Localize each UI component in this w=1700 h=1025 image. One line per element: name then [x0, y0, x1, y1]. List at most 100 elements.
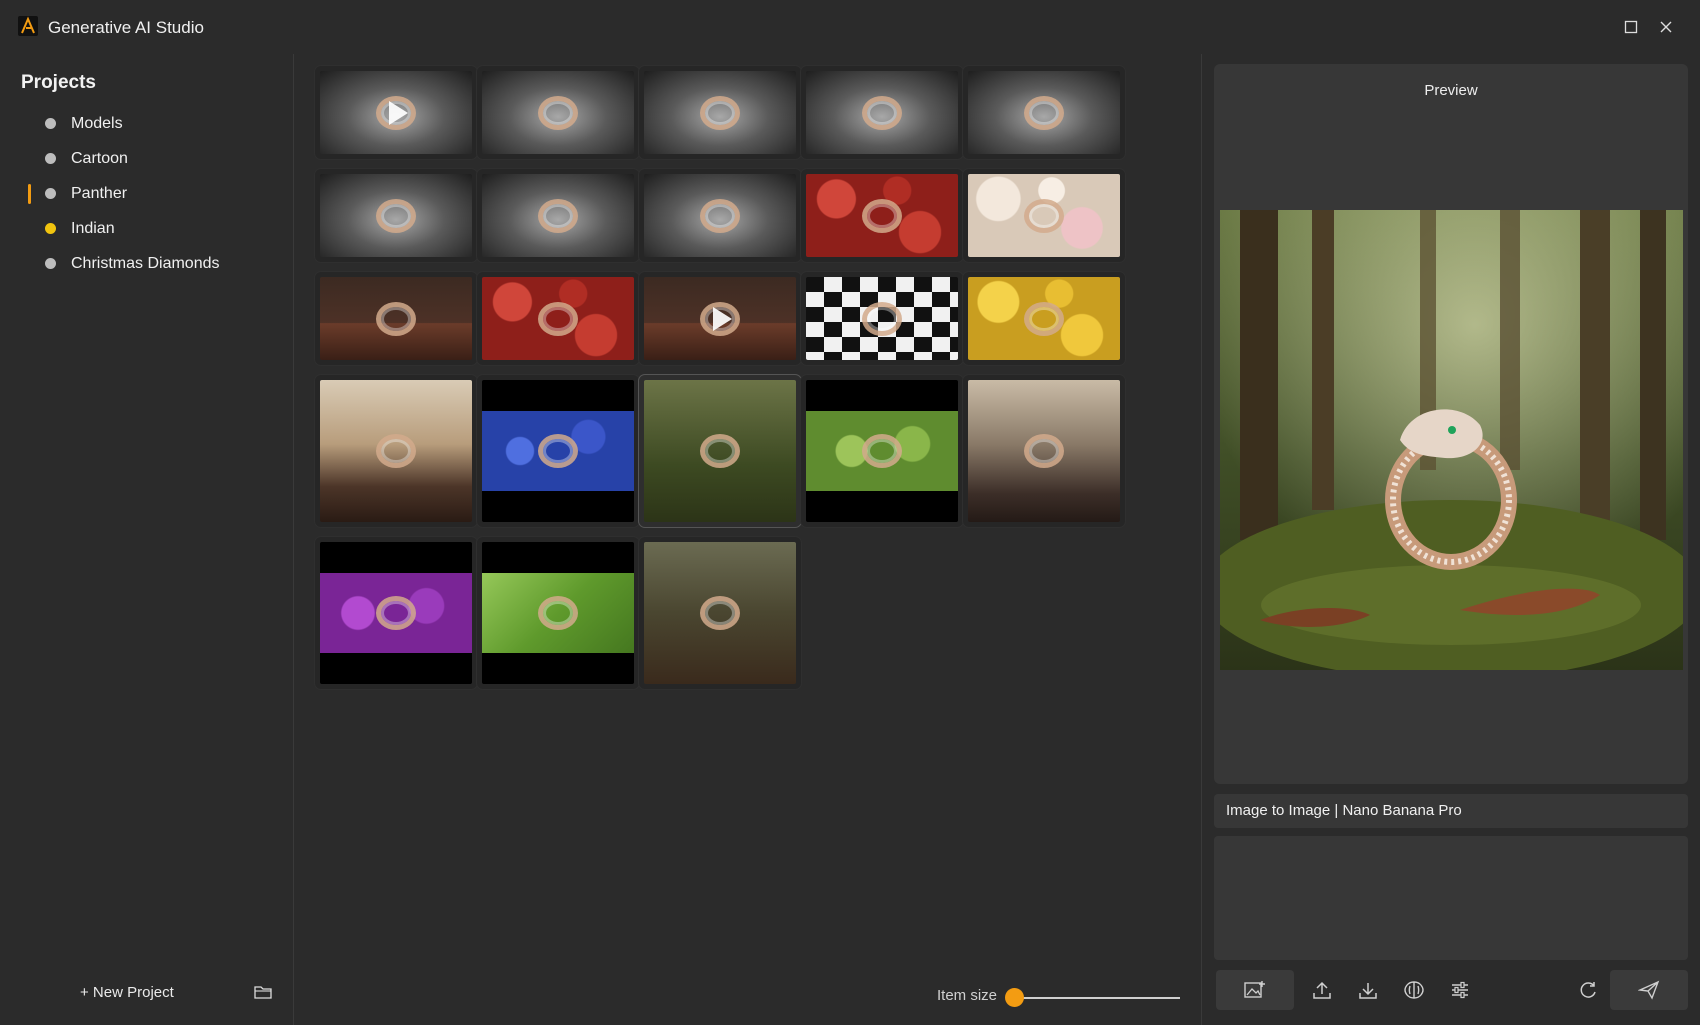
- add-image-icon[interactable]: [1216, 970, 1294, 1010]
- item-size-label: Item size: [937, 987, 998, 1004]
- gallery-thumbnail[interactable]: [639, 272, 801, 365]
- gallery-thumbnail[interactable]: [963, 272, 1125, 365]
- play-video-icon[interactable]: [377, 94, 415, 132]
- gallery-thumbnail[interactable]: [639, 169, 801, 262]
- project-status-dot: [45, 188, 56, 199]
- gallery-thumbnail[interactable]: [963, 375, 1125, 527]
- ring-product-icon: [862, 95, 902, 130]
- item-size-slider-handle[interactable]: [1005, 988, 1024, 1007]
- gallery-thumbnail[interactable]: [315, 272, 477, 365]
- item-size-slider-track[interactable]: [1012, 997, 1180, 999]
- project-status-dot: [45, 223, 56, 234]
- ring-product-icon: [1024, 301, 1064, 336]
- gallery-thumbnail[interactable]: [801, 272, 963, 365]
- title-bar: Generative AI Studio: [0, 0, 1700, 54]
- settings-sliders-icon[interactable]: [1440, 970, 1480, 1010]
- project-item[interactable]: Models: [0, 106, 294, 141]
- gallery-thumbnail[interactable]: [963, 169, 1125, 262]
- gallery-thumbnail[interactable]: [477, 537, 639, 689]
- project-label: Panther: [71, 185, 128, 202]
- ring-product-icon: [376, 434, 416, 468]
- project-item[interactable]: Christmas Diamonds: [0, 246, 294, 281]
- ring-product-icon: [538, 301, 578, 336]
- thumbnail-image: [968, 174, 1120, 257]
- regenerate-icon[interactable]: [1568, 970, 1608, 1010]
- ring-product-icon: [538, 95, 578, 130]
- gallery-thumbnail[interactable]: [801, 169, 963, 262]
- maximize-icon[interactable]: [1617, 14, 1645, 40]
- gallery-thumbnail[interactable]: [639, 66, 801, 159]
- ring-product-icon: [862, 301, 902, 336]
- model-selector[interactable]: Image to Image | Nano Banana Pro: [1214, 794, 1688, 828]
- compare-icon[interactable]: [1394, 970, 1434, 1010]
- thumbnail-image: [806, 380, 958, 522]
- gallery-thumbnail[interactable]: [801, 375, 963, 527]
- gallery-thumbnail[interactable]: [477, 272, 639, 365]
- project-list: Models Cartoon Panther Indian Christmas Diam…: [0, 106, 294, 281]
- send-icon[interactable]: [1610, 970, 1688, 1010]
- prompt-input[interactable]: [1214, 836, 1688, 960]
- thumbnail-image: [644, 277, 796, 360]
- thumbnail-image: [320, 542, 472, 684]
- ring-product-icon: [700, 95, 740, 130]
- gallery-thumbnail[interactable]: [315, 169, 477, 262]
- thumbnail-image: [482, 542, 634, 684]
- thumbnail-image: [806, 174, 958, 257]
- project-label: Indian: [71, 220, 115, 237]
- ring-product-icon: [376, 301, 416, 336]
- gallery-thumbnail[interactable]: [477, 169, 639, 262]
- ring-product-icon: [1024, 434, 1064, 468]
- project-item[interactable]: Indian: [0, 211, 294, 246]
- thumbnail-image: [968, 277, 1120, 360]
- folder-icon[interactable]: [254, 984, 272, 1005]
- thumbnail-image: [644, 71, 796, 154]
- sidebar-footer: + New Project: [0, 974, 294, 1014]
- gallery-thumbnail[interactable]: [315, 66, 477, 159]
- gallery-thumbnail[interactable]: [477, 66, 639, 159]
- project-label: Christmas Diamonds: [71, 255, 220, 272]
- bottom-toolbar: [1214, 970, 1688, 1014]
- thumbnail-image: [320, 380, 472, 522]
- model-selector-label: Image to Image | Nano Banana Pro: [1226, 802, 1462, 819]
- ring-product-icon: [700, 434, 740, 468]
- close-icon[interactable]: [1652, 14, 1680, 40]
- thumbnail-image: [320, 277, 472, 360]
- thumbnail-image: [482, 380, 634, 522]
- gallery-thumbnail[interactable]: [639, 375, 801, 527]
- active-project-marker: [28, 184, 31, 204]
- play-video-icon[interactable]: [701, 300, 739, 338]
- project-status-dot: [45, 153, 56, 164]
- project-item[interactable]: Panther: [0, 176, 294, 211]
- gallery-thumbnail[interactable]: [639, 537, 801, 689]
- ring-product-icon: [700, 198, 740, 233]
- thumbnail-image: [644, 380, 796, 522]
- thumbnail-image: [482, 277, 634, 360]
- project-label: Cartoon: [71, 150, 128, 167]
- thumbnail-image: [968, 380, 1120, 522]
- upload-icon[interactable]: [1302, 970, 1342, 1010]
- ring-product-icon: [700, 596, 740, 630]
- thumbnail-image: [644, 174, 796, 257]
- gallery-thumbnail[interactable]: [315, 375, 477, 527]
- download-icon[interactable]: [1348, 970, 1388, 1010]
- project-label: Models: [71, 115, 123, 132]
- new-project-button[interactable]: + New Project: [80, 984, 174, 1001]
- preview-title: Preview: [1424, 82, 1478, 99]
- right-panel: Preview Image to Image | Nano Banana Pro: [1201, 54, 1700, 1025]
- thumbnail-image: [806, 277, 958, 360]
- ring-product-icon: [538, 198, 578, 233]
- gallery-thumbnail[interactable]: [963, 66, 1125, 159]
- gallery-thumbnail[interactable]: [477, 375, 639, 527]
- project-status-dot: [45, 118, 56, 129]
- ring-product-icon: [538, 596, 578, 630]
- gallery-thumbnail[interactable]: [315, 537, 477, 689]
- preview-image: [1220, 210, 1683, 670]
- ring-product-icon: [862, 434, 902, 468]
- project-item[interactable]: Cartoon: [0, 141, 294, 176]
- app-logo-icon: [18, 16, 38, 36]
- thumbnail-image: [806, 71, 958, 154]
- thumbnail-image: [482, 174, 634, 257]
- thumbnail-image: [320, 174, 472, 257]
- thumbnail-image: [482, 71, 634, 154]
- gallery-thumbnail[interactable]: [801, 66, 963, 159]
